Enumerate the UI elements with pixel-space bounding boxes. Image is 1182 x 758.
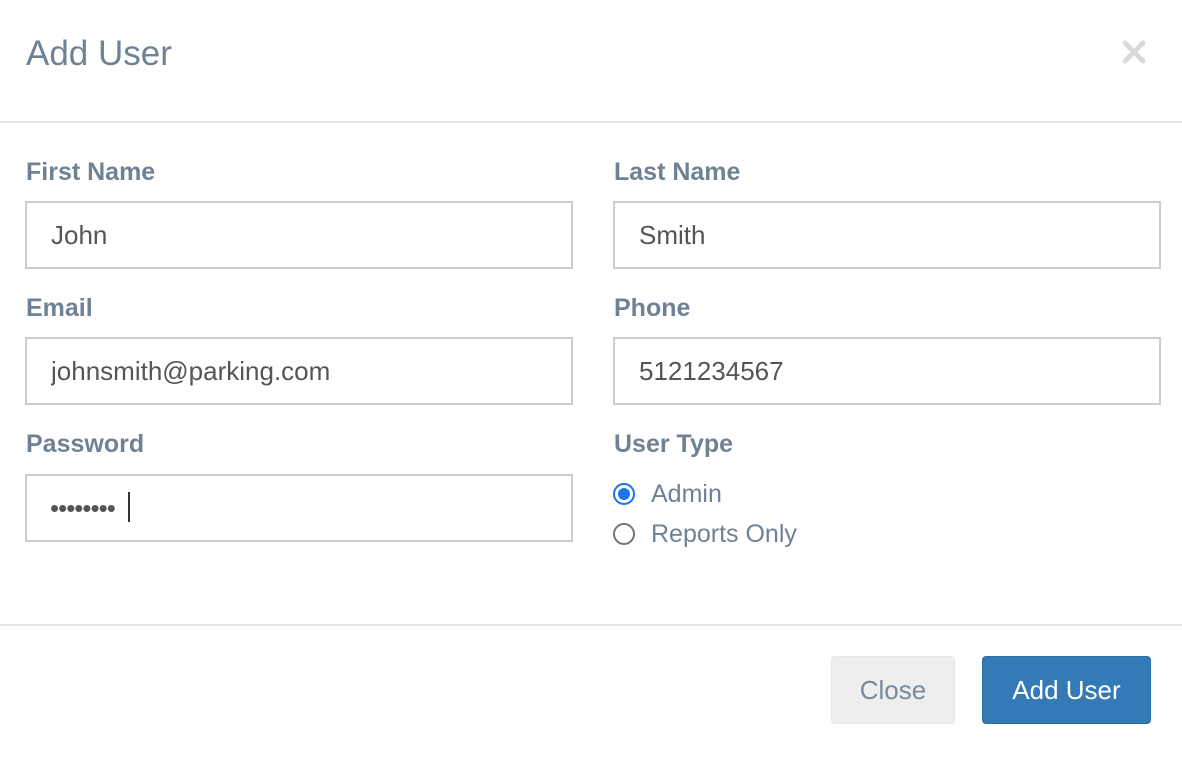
phone-label: Phone xyxy=(614,294,691,322)
first-name-label: First Name xyxy=(26,158,156,186)
last-name-input[interactable] xyxy=(613,201,1161,269)
radio-label-reports-only: Reports Only xyxy=(651,519,797,548)
radio-unchecked-icon[interactable] xyxy=(613,523,635,545)
user-type-label: User Type xyxy=(614,430,734,458)
text-caret xyxy=(128,492,130,522)
radio-checked-icon[interactable] xyxy=(613,483,635,505)
first-name-input[interactable] xyxy=(25,201,573,269)
add-user-button[interactable]: Add User xyxy=(982,656,1151,724)
user-type-option-admin[interactable]: Admin xyxy=(613,477,722,511)
close-icon[interactable] xyxy=(1116,34,1152,70)
user-type-option-reports-only[interactable]: Reports Only xyxy=(613,517,797,551)
email-label: Email xyxy=(26,294,93,322)
modal-header: Add User xyxy=(0,0,1182,123)
radio-label-admin: Admin xyxy=(651,479,722,508)
close-button[interactable]: Close xyxy=(831,656,955,724)
password-label: Password xyxy=(26,430,145,458)
modal-title: Add User xyxy=(26,34,172,73)
add-user-modal: Add User First Name Last Name Email Phon… xyxy=(0,0,1182,756)
email-input[interactable] xyxy=(25,337,573,405)
password-masked-value: •••••••• xyxy=(50,493,116,523)
last-name-label: Last Name xyxy=(614,158,741,186)
phone-input[interactable] xyxy=(613,337,1161,405)
